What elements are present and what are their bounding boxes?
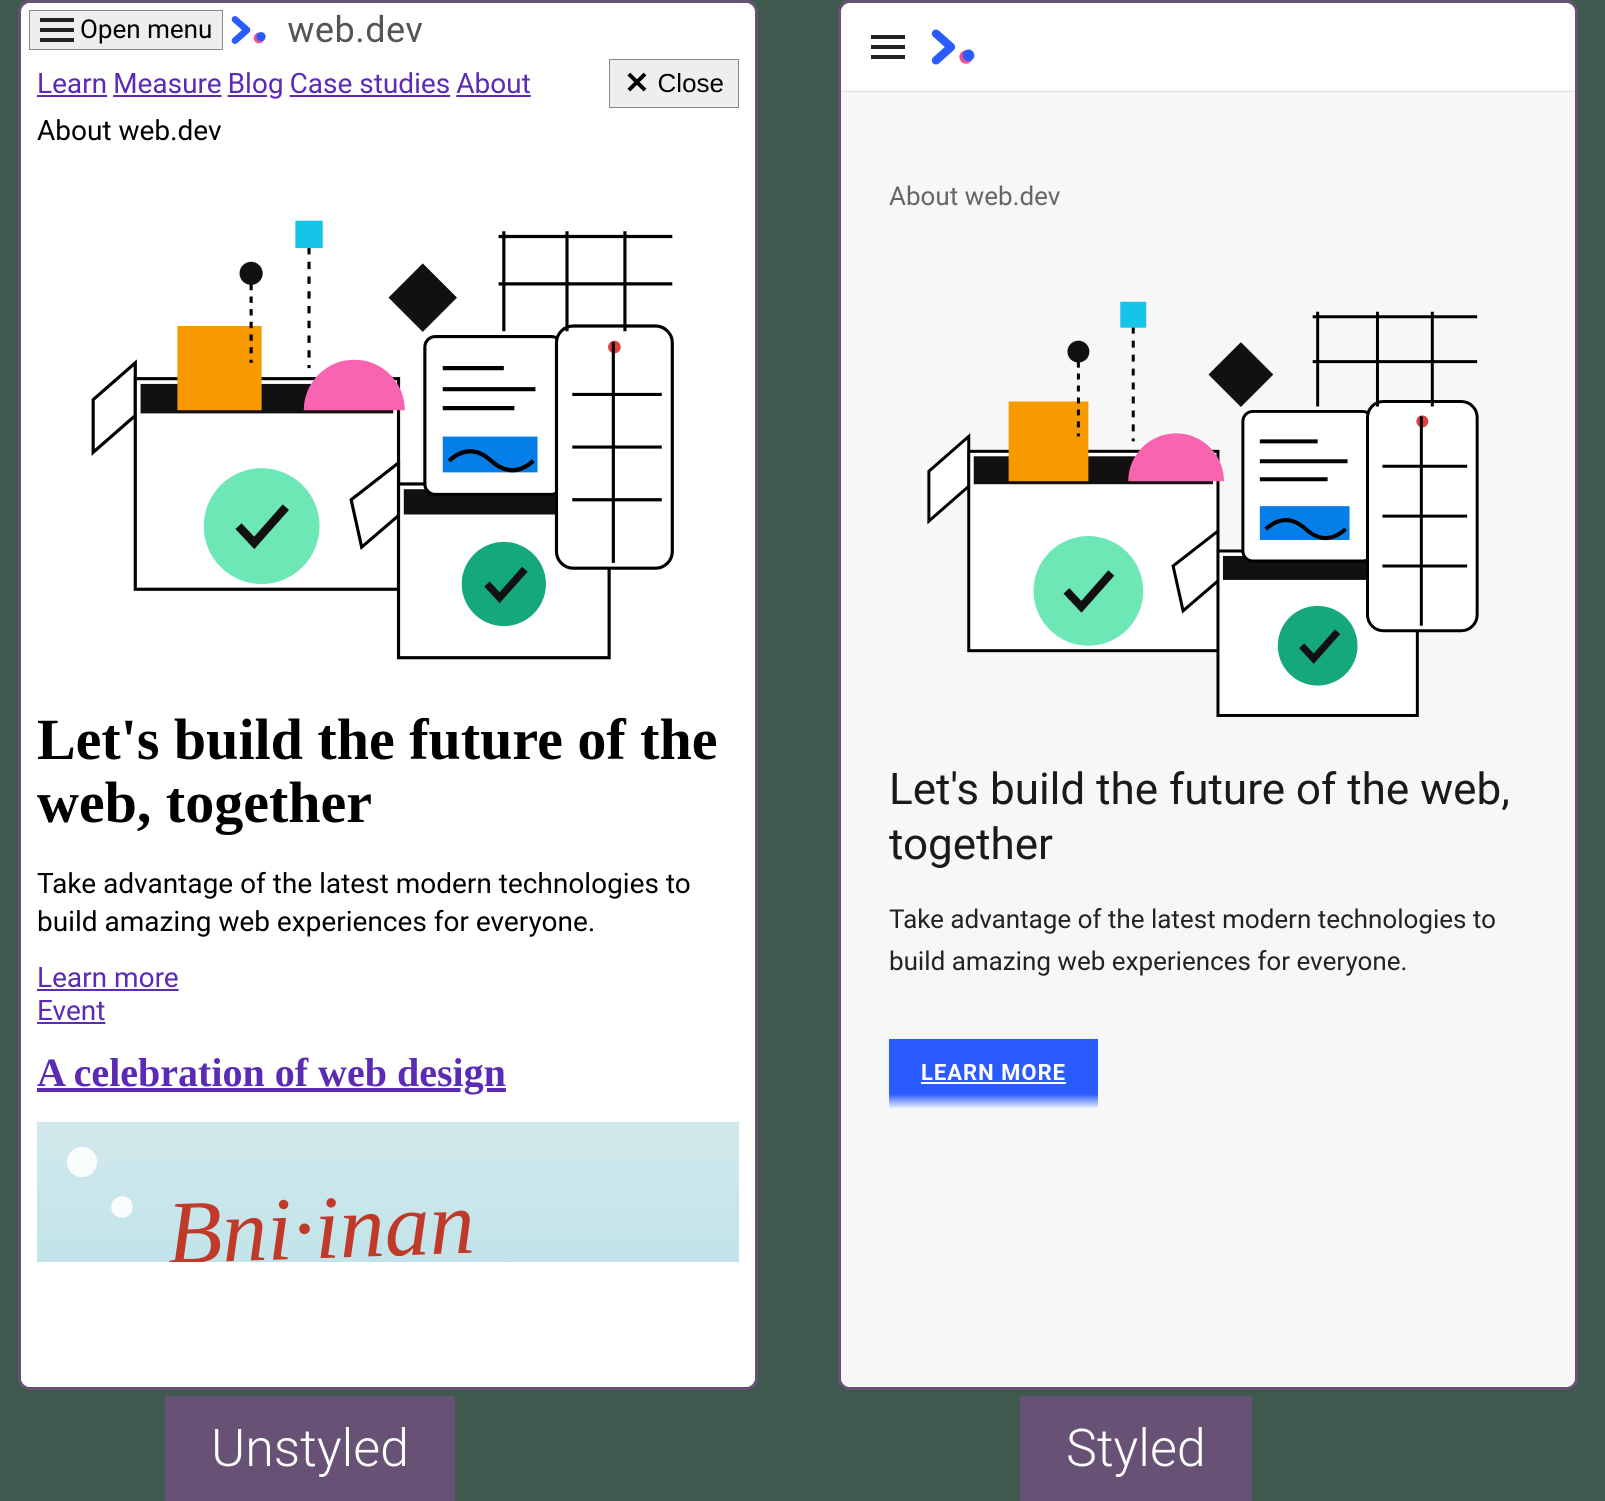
section-heading-link[interactable]: A celebration of web design — [21, 1027, 755, 1106]
page-heading: Let's build the future of the web, toget… — [889, 762, 1527, 872]
link-event[interactable]: Event — [37, 994, 105, 1027]
hero-illustration — [21, 147, 755, 678]
close-menu-button[interactable]: ✕ Close — [609, 59, 739, 108]
hero-illustration — [889, 232, 1527, 734]
webdev-logo-icon[interactable] — [931, 27, 981, 67]
link-learn-more[interactable]: Learn more — [37, 961, 179, 994]
hamburger-icon — [40, 18, 74, 42]
nav-link-case-studies[interactable]: Case studies — [290, 67, 451, 100]
logo-text: web.dev — [287, 9, 423, 51]
styled-panel: About web.dev Let's build the future of … — [838, 0, 1578, 1390]
open-menu-label: Open menu — [80, 15, 212, 45]
fade-overlay — [889, 1094, 1098, 1108]
close-icon: ✕ — [624, 66, 649, 101]
cursive-decoration: Bni·inan — [165, 1171, 476, 1261]
close-label: Close — [658, 68, 724, 99]
page-subheading: Take advantage of the latest modern tech… — [21, 845, 755, 961]
nav-link-blog[interactable]: Blog — [228, 67, 284, 100]
section-heading-text: A celebration of web design — [37, 1050, 506, 1095]
open-menu-button[interactable]: Open menu — [29, 10, 223, 50]
about-label: About web.dev — [889, 182, 1527, 212]
unstyled-nav: Learn Measure Blog Case studies About ✕ … — [21, 57, 755, 110]
cta-label: LEARN MORE — [921, 1061, 1066, 1086]
unstyled-header: Open menu web.dev — [21, 3, 755, 57]
page-subheading: Take advantage of the latest modern tech… — [889, 900, 1527, 983]
hamburger-icon[interactable] — [871, 35, 905, 59]
styled-header — [841, 3, 1575, 92]
styled-body: About web.dev Let's build the future of … — [841, 92, 1575, 1386]
learn-more-button[interactable]: LEARN MORE — [889, 1039, 1098, 1108]
caption-unstyled: Unstyled — [165, 1396, 455, 1501]
nav-link-learn[interactable]: Learn — [37, 67, 107, 100]
nav-link-measure[interactable]: Measure — [113, 67, 222, 100]
link-list: Learn more Event — [21, 961, 755, 1027]
about-label: About web.dev — [21, 110, 755, 147]
page-heading: Let's build the future of the web, toget… — [21, 678, 755, 846]
webdev-logo-icon — [231, 13, 271, 47]
caption-styled: Styled — [1020, 1396, 1252, 1501]
nav-link-about[interactable]: About — [456, 67, 531, 100]
unstyled-panel: Open menu web.dev Learn Measure Blog Cas… — [18, 0, 758, 1390]
article-image: Bni·inan — [37, 1122, 739, 1262]
